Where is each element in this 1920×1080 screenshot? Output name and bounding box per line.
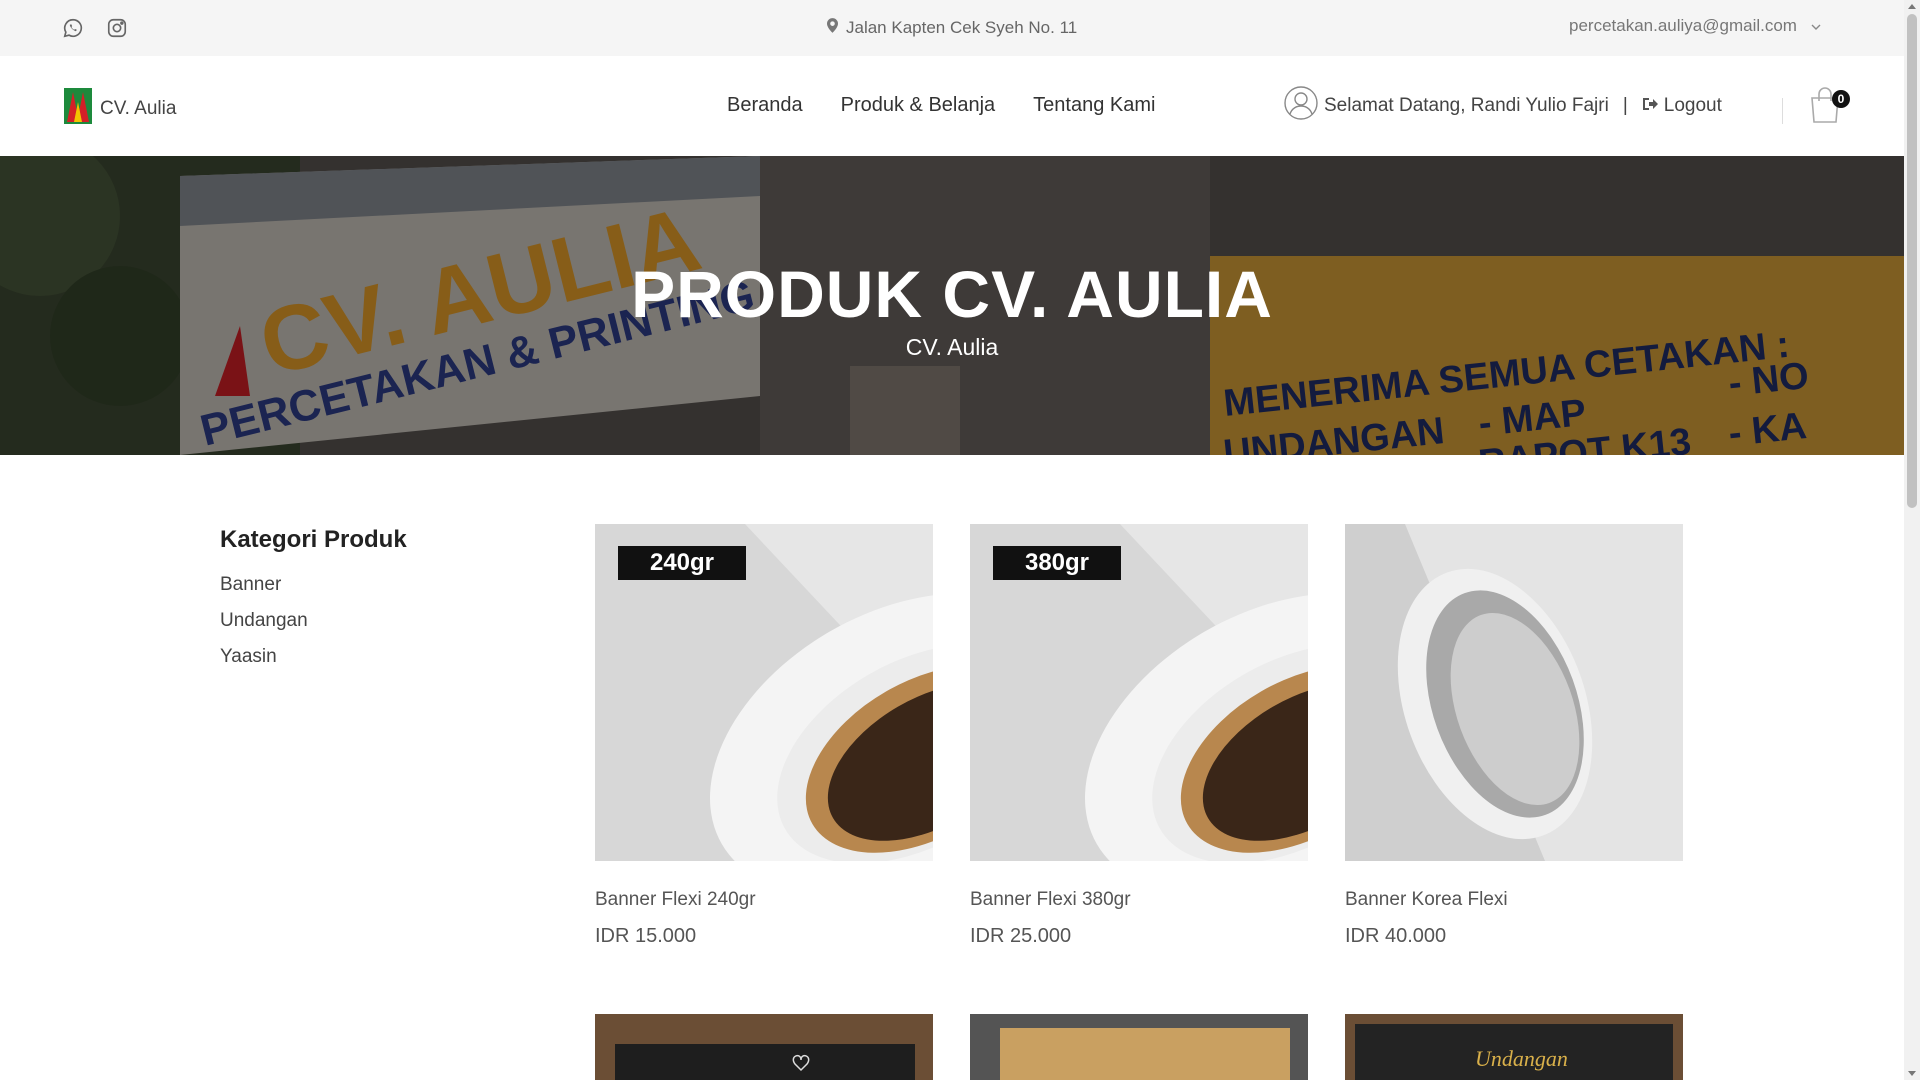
hero-title: PRODUK CV. AULIA — [631, 257, 1273, 331]
scroll-down-icon[interactable] — [1908, 1071, 1916, 1076]
email-text: percetakan.auliya@gmail.com — [1569, 16, 1797, 35]
category-banner[interactable]: Banner — [220, 574, 407, 596]
product-card[interactable]: 240gr Banner Flexi 240gr IDR 15.000 — [595, 524, 933, 948]
product-card[interactable]: Banner Korea Flexi IDR 40.000 — [1345, 524, 1683, 948]
user-avatar-icon[interactable] — [1284, 86, 1318, 126]
email-dropdown[interactable]: percetakan.auliya@gmail.com — [1569, 16, 1821, 36]
product-image[interactable] — [1345, 524, 1683, 861]
whatsapp-icon[interactable] — [62, 17, 84, 44]
product-name[interactable]: Banner Flexi 240gr — [595, 889, 933, 911]
nav-tentang-kami[interactable]: Tentang Kami — [1033, 94, 1155, 117]
logout-label: Logout — [1663, 95, 1722, 116]
product-image[interactable]: 380gr — [970, 524, 1308, 861]
hero-banner: CV. AULIA PERCETAKAN & PRINTING MENERIMA… — [0, 156, 1904, 455]
product-image[interactable]: 240gr — [595, 524, 933, 861]
main-nav: Beranda Produk & Belanja Tentang Kami — [727, 94, 1155, 117]
category-undangan[interactable]: Undangan — [220, 610, 407, 632]
address: Jalan Kapten Cek Syeh No. 11 — [827, 18, 1077, 38]
welcome-text: Selamat Datang, Randi Yulio Fajri — [1324, 95, 1609, 116]
category-yaasin[interactable]: Yaasin — [220, 646, 407, 668]
logout-link[interactable]: Logout — [1642, 95, 1722, 117]
brand-name: CV. Aulia — [100, 97, 177, 119]
separator: | — [1622, 95, 1628, 116]
address-text: Jalan Kapten Cek Syeh No. 11 — [846, 18, 1078, 37]
product-tag: 240gr — [618, 546, 746, 580]
top-bar: Jalan Kapten Cek Syeh No. 11 percetakan.… — [0, 0, 1904, 56]
sidebar-title: Kategori Produk — [220, 526, 407, 553]
logo-icon — [64, 88, 92, 129]
product-price: IDR 25.000 — [970, 925, 1072, 947]
nav-produk-belanja[interactable]: Produk & Belanja — [841, 94, 996, 117]
category-list: Banner Undangan Yaasin — [220, 574, 407, 668]
product-card[interactable]: 380gr Banner Flexi 380gr IDR 25.000 — [970, 524, 1308, 948]
logout-icon — [1642, 95, 1658, 117]
main-header: CV. Aulia Beranda Produk & Belanja Tenta… — [0, 56, 1904, 156]
chevron-down-icon — [1811, 16, 1821, 36]
category-sidebar: Kategori Produk Banner Undangan Yaasin — [220, 526, 407, 682]
product-price: IDR 40.000 — [1345, 925, 1447, 947]
user-box: Selamat Datang, Randi Yulio Fajri | Logo… — [1284, 86, 1722, 126]
scrollbar-thumb[interactable] — [1907, 14, 1917, 508]
scroll-up-icon[interactable] — [1908, 4, 1916, 9]
product-image-partial[interactable] — [970, 1014, 1308, 1080]
brand[interactable]: CV. Aulia — [64, 88, 176, 129]
partial-label: Undangan — [1475, 1046, 1568, 1071]
product-image-partial[interactable] — [595, 1014, 933, 1080]
product-name[interactable]: Banner Korea Flexi — [1345, 889, 1683, 911]
cart-count-badge: 0 — [1832, 90, 1850, 108]
product-price: IDR 15.000 — [595, 925, 697, 947]
product-tag: 380gr — [993, 546, 1121, 580]
social-links — [62, 17, 128, 44]
product-name[interactable]: Banner Flexi 380gr — [970, 889, 1308, 911]
page-scrollbar[interactable] — [1904, 0, 1920, 1080]
nav-beranda[interactable]: Beranda — [727, 94, 803, 117]
divider — [1782, 98, 1783, 124]
instagram-icon[interactable] — [106, 17, 128, 44]
product-image-partial[interactable]: Undangan — [1345, 1014, 1683, 1080]
hero-subtitle: CV. Aulia — [905, 334, 999, 360]
map-pin-icon — [827, 18, 838, 38]
